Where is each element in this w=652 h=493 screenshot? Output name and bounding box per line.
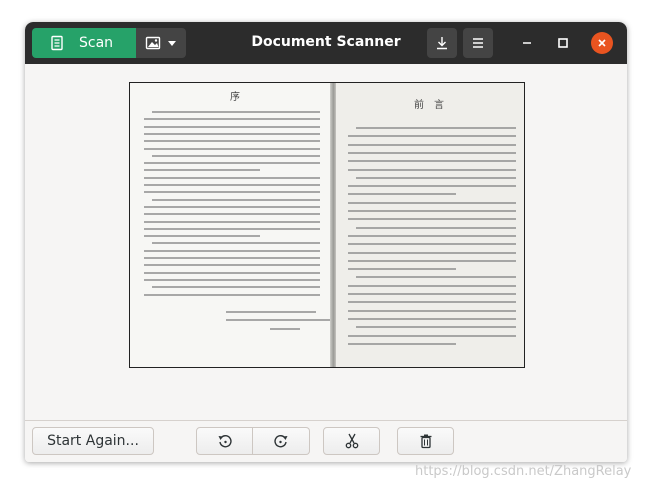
delete-icon <box>420 434 431 449</box>
text-line <box>348 210 516 212</box>
image-icon <box>145 36 161 50</box>
text-line <box>348 135 516 138</box>
text-line <box>144 140 320 143</box>
text-line <box>348 193 456 196</box>
preview-area: 序 前 言 <box>25 64 627 421</box>
text-line <box>348 342 456 345</box>
text-line <box>144 257 320 259</box>
text-line <box>144 184 320 186</box>
text-line <box>144 176 320 179</box>
text-line <box>144 162 320 165</box>
watermark: https://blog.csdn.net/ZhangRelay <box>415 464 632 479</box>
save-icon <box>437 37 447 50</box>
text-line <box>356 226 516 229</box>
text-line <box>144 169 260 172</box>
text-line <box>348 259 516 262</box>
text-line <box>348 317 516 320</box>
text-line <box>144 235 260 238</box>
text-line <box>356 276 516 279</box>
text-line <box>356 176 516 179</box>
text-line <box>152 198 320 201</box>
text-line <box>144 220 320 223</box>
text-line <box>144 293 320 296</box>
start-again-label: Start Again... <box>47 433 139 449</box>
save-button[interactable] <box>427 28 457 58</box>
signature-line <box>270 328 300 330</box>
text-line <box>144 147 320 150</box>
scan-type-dropdown[interactable] <box>136 28 186 58</box>
text-line <box>348 268 456 271</box>
left-page: 序 <box>130 83 331 367</box>
document-icon <box>51 35 63 51</box>
action-bar: Start Again... <box>25 421 627 462</box>
rotate-right-icon <box>274 435 288 448</box>
text-line <box>152 111 320 113</box>
text-line <box>348 309 516 312</box>
scanned-page[interactable]: 序 前 言 <box>129 82 525 368</box>
text-line <box>144 264 320 267</box>
text-line <box>348 160 516 163</box>
chevron-down-icon <box>168 41 176 46</box>
text-line <box>144 191 320 194</box>
text-line <box>348 284 516 287</box>
start-again-button[interactable]: Start Again... <box>32 427 154 455</box>
crop-icon <box>345 433 358 449</box>
minimize-button[interactable] <box>516 32 538 54</box>
text-line <box>144 205 320 208</box>
maximize-icon <box>558 38 568 48</box>
menu-icon <box>473 38 483 48</box>
text-line <box>348 185 516 188</box>
text-line <box>144 125 320 128</box>
text-line <box>356 326 516 329</box>
close-button[interactable] <box>591 32 613 54</box>
text-line <box>152 242 320 245</box>
text-line <box>348 293 516 295</box>
text-line <box>144 118 320 121</box>
text-line <box>152 154 320 157</box>
text-line <box>144 249 320 252</box>
text-line <box>348 251 516 254</box>
text-line <box>348 301 516 304</box>
signature-line <box>226 311 316 313</box>
delete-button[interactable] <box>397 427 454 455</box>
text-line <box>348 334 516 337</box>
rotate-right-button[interactable] <box>253 427 310 455</box>
text-line <box>348 151 516 154</box>
left-page-heading: 序 <box>230 92 240 103</box>
signature-line <box>226 319 330 321</box>
text-line <box>356 127 516 129</box>
maximize-button[interactable] <box>552 32 574 54</box>
rotate-left-button[interactable] <box>196 427 253 455</box>
text-line <box>348 218 516 221</box>
minimize-icon <box>523 42 531 44</box>
scan-label: Scan <box>79 35 114 51</box>
scan-button[interactable]: Scan <box>32 28 136 58</box>
right-page: 前 言 <box>336 83 524 367</box>
rotate-left-icon <box>218 435 232 448</box>
header-bar: Scan Document Scanner <box>25 22 627 64</box>
text-line <box>348 143 516 146</box>
text-line <box>144 271 320 274</box>
text-line <box>144 132 320 135</box>
close-icon <box>598 39 606 47</box>
text-line <box>152 286 320 289</box>
text-line <box>144 278 320 281</box>
text-line <box>144 213 320 216</box>
text-line <box>348 201 516 204</box>
app-window: Scan Document Scanner 序 前 言 Start Again.… <box>25 22 627 462</box>
text-line <box>348 243 516 246</box>
text-line <box>348 234 516 237</box>
main-menu-button[interactable] <box>463 28 493 58</box>
text-line <box>144 227 320 230</box>
text-line <box>348 168 516 171</box>
right-page-heading: 前 言 <box>414 100 444 111</box>
crop-button[interactable] <box>323 427 380 455</box>
